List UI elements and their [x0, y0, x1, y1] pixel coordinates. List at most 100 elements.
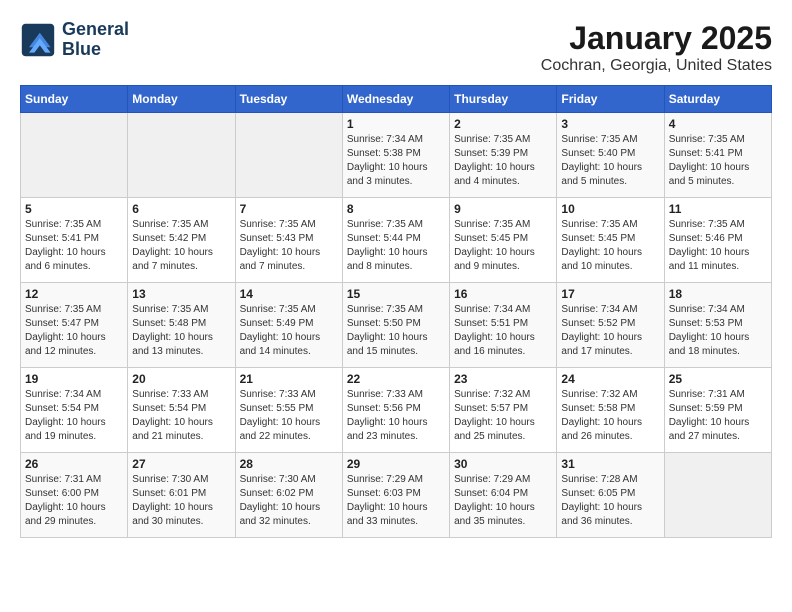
- day-info: Sunrise: 7:35 AM Sunset: 5:48 PM Dayligh…: [132, 303, 230, 359]
- day-number: 19: [25, 372, 123, 386]
- calendar-cell: 8 Sunrise: 7:35 AM Sunset: 5:44 PM Daylig…: [342, 198, 449, 283]
- day-number: 7: [240, 202, 338, 216]
- calendar-cell: 19 Sunrise: 7:34 AM Sunset: 5:54 PM Dayli…: [21, 368, 128, 453]
- day-info: Sunrise: 7:35 AM Sunset: 5:47 PM Dayligh…: [25, 303, 123, 359]
- day-info: Sunrise: 7:35 AM Sunset: 5:44 PM Dayligh…: [347, 218, 445, 274]
- calendar-cell: 6Sunrise: 7:35 AM Sunset: 5:42 PM Daylig…: [128, 198, 235, 283]
- calendar-cell: 22Sunrise: 7:33 AM Sunset: 5:56 PM Dayli…: [342, 368, 449, 453]
- weekday-header: Saturday: [664, 86, 771, 113]
- title-block: January 2025 Cochran, Georgia, United St…: [541, 20, 772, 75]
- calendar-cell: 16Sunrise: 7:34 AM Sunset: 5:51 PM Dayli…: [450, 283, 557, 368]
- day-number: 21: [240, 372, 338, 386]
- calendar-cell: 18 Sunrise: 7:34 AM Sunset: 5:53 PM Dayli…: [664, 283, 771, 368]
- calendar-cell: 10 Sunrise: 7:35 AM Sunset: 5:45 PM Dayli…: [557, 198, 664, 283]
- day-info: Sunrise: 7:30 AM Sunset: 6:01 PM Dayligh…: [132, 473, 230, 529]
- day-info: Sunrise: 7:35 AM Sunset: 5:45 PM Dayligh…: [561, 218, 659, 274]
- calendar-subtitle: Cochran, Georgia, United States: [541, 57, 772, 75]
- day-info: Sunrise: 7:35 AM Sunset: 5:41 PM Dayligh…: [669, 133, 767, 189]
- day-number: 12: [25, 287, 123, 301]
- logo: General Blue: [20, 20, 129, 60]
- day-number: 20: [132, 372, 230, 386]
- calendar-cell: 27 Sunrise: 7:30 AM Sunset: 6:01 PM Dayli…: [128, 453, 235, 538]
- day-info: Sunrise: 7:33 AM Sunset: 5:54 PM Dayligh…: [132, 388, 230, 444]
- day-number: 14: [240, 287, 338, 301]
- calendar-week-row: 5Sunrise: 7:35 AM Sunset: 5:41 PM Daylig…: [21, 198, 772, 283]
- day-number: 15: [347, 287, 445, 301]
- day-number: 4: [669, 117, 767, 131]
- day-info: Sunrise: 7:34 AM Sunset: 5:52 PM Dayligh…: [561, 303, 659, 359]
- calendar-cell: 11 Sunrise: 7:35 AM Sunset: 5:46 PM Dayli…: [664, 198, 771, 283]
- day-info: Sunrise: 7:34 AM Sunset: 5:54 PM Dayligh…: [25, 388, 123, 444]
- day-number: 8: [347, 202, 445, 216]
- calendar-cell: 15 Sunrise: 7:35 AM Sunset: 5:50 PM Dayli…: [342, 283, 449, 368]
- logo-text: General Blue: [62, 20, 129, 60]
- calendar-cell: 5Sunrise: 7:35 AM Sunset: 5:41 PM Daylig…: [21, 198, 128, 283]
- day-number: 28: [240, 457, 338, 471]
- calendar-week-row: 26 Sunrise: 7:31 AM Sunset: 6:00 PM Dayli…: [21, 453, 772, 538]
- day-info: Sunrise: 7:28 AM Sunset: 6:05 PM Dayligh…: [561, 473, 659, 529]
- calendar-cell: 13 Sunrise: 7:35 AM Sunset: 5:48 PM Dayli…: [128, 283, 235, 368]
- day-info: Sunrise: 7:35 AM Sunset: 5:46 PM Dayligh…: [669, 218, 767, 274]
- calendar-table: SundayMondayTuesdayWednesdayThursdayFrid…: [20, 85, 772, 538]
- day-number: 27: [132, 457, 230, 471]
- day-number: 17: [561, 287, 659, 301]
- calendar-cell: 17 Sunrise: 7:34 AM Sunset: 5:52 PM Dayli…: [557, 283, 664, 368]
- calendar-cell: 4 Sunrise: 7:35 AM Sunset: 5:41 PM Daylig…: [664, 113, 771, 198]
- weekday-header: Wednesday: [342, 86, 449, 113]
- page-header: General Blue January 2025 Cochran, Georg…: [20, 20, 772, 75]
- day-number: 13: [132, 287, 230, 301]
- calendar-cell: 21Sunrise: 7:33 AM Sunset: 5:55 PM Dayli…: [235, 368, 342, 453]
- day-number: 22: [347, 372, 445, 386]
- weekday-header: Friday: [557, 86, 664, 113]
- day-number: 5: [25, 202, 123, 216]
- day-number: 11: [669, 202, 767, 216]
- day-number: 23: [454, 372, 552, 386]
- weekday-header: Thursday: [450, 86, 557, 113]
- day-number: 6: [132, 202, 230, 216]
- weekday-header: Tuesday: [235, 86, 342, 113]
- day-number: 9: [454, 202, 552, 216]
- calendar-cell: 23 Sunrise: 7:32 AM Sunset: 5:57 PM Dayli…: [450, 368, 557, 453]
- day-info: Sunrise: 7:35 AM Sunset: 5:43 PM Dayligh…: [240, 218, 338, 274]
- day-info: Sunrise: 7:35 AM Sunset: 5:50 PM Dayligh…: [347, 303, 445, 359]
- day-number: 29: [347, 457, 445, 471]
- calendar-cell: 28Sunrise: 7:30 AM Sunset: 6:02 PM Dayli…: [235, 453, 342, 538]
- day-info: Sunrise: 7:29 AM Sunset: 6:04 PM Dayligh…: [454, 473, 552, 529]
- day-number: 2: [454, 117, 552, 131]
- calendar-cell: 26 Sunrise: 7:31 AM Sunset: 6:00 PM Dayli…: [21, 453, 128, 538]
- calendar-cell: 3 Sunrise: 7:35 AM Sunset: 5:40 PM Daylig…: [557, 113, 664, 198]
- calendar-week-row: 12 Sunrise: 7:35 AM Sunset: 5:47 PM Dayli…: [21, 283, 772, 368]
- day-number: 18: [669, 287, 767, 301]
- day-info: Sunrise: 7:35 AM Sunset: 5:49 PM Dayligh…: [240, 303, 338, 359]
- day-info: Sunrise: 7:32 AM Sunset: 5:58 PM Dayligh…: [561, 388, 659, 444]
- calendar-cell: 7 Sunrise: 7:35 AM Sunset: 5:43 PM Daylig…: [235, 198, 342, 283]
- day-number: 24: [561, 372, 659, 386]
- day-number: 10: [561, 202, 659, 216]
- day-info: Sunrise: 7:34 AM Sunset: 5:38 PM Dayligh…: [347, 133, 445, 189]
- day-info: Sunrise: 7:35 AM Sunset: 5:45 PM Dayligh…: [454, 218, 552, 274]
- calendar-week-row: 1Sunrise: 7:34 AM Sunset: 5:38 PM Daylig…: [21, 113, 772, 198]
- day-number: 25: [669, 372, 767, 386]
- day-info: Sunrise: 7:35 AM Sunset: 5:40 PM Dayligh…: [561, 133, 659, 189]
- day-number: 26: [25, 457, 123, 471]
- calendar-cell: 9 Sunrise: 7:35 AM Sunset: 5:45 PM Daylig…: [450, 198, 557, 283]
- calendar-cell: [235, 113, 342, 198]
- day-number: 3: [561, 117, 659, 131]
- calendar-cell: [664, 453, 771, 538]
- day-info: Sunrise: 7:34 AM Sunset: 5:53 PM Dayligh…: [669, 303, 767, 359]
- day-info: Sunrise: 7:32 AM Sunset: 5:57 PM Dayligh…: [454, 388, 552, 444]
- calendar-cell: 14 Sunrise: 7:35 AM Sunset: 5:49 PM Dayli…: [235, 283, 342, 368]
- day-info: Sunrise: 7:31 AM Sunset: 5:59 PM Dayligh…: [669, 388, 767, 444]
- calendar-title: January 2025: [541, 20, 772, 57]
- day-info: Sunrise: 7:31 AM Sunset: 6:00 PM Dayligh…: [25, 473, 123, 529]
- weekday-header: Sunday: [21, 86, 128, 113]
- logo-icon: [20, 22, 56, 58]
- calendar-cell: 12 Sunrise: 7:35 AM Sunset: 5:47 PM Dayli…: [21, 283, 128, 368]
- calendar-cell: 30Sunrise: 7:29 AM Sunset: 6:04 PM Dayli…: [450, 453, 557, 538]
- calendar-week-row: 19 Sunrise: 7:34 AM Sunset: 5:54 PM Dayli…: [21, 368, 772, 453]
- calendar-cell: 29 Sunrise: 7:29 AM Sunset: 6:03 PM Dayli…: [342, 453, 449, 538]
- calendar-cell: 31Sunrise: 7:28 AM Sunset: 6:05 PM Dayli…: [557, 453, 664, 538]
- day-info: Sunrise: 7:34 AM Sunset: 5:51 PM Dayligh…: [454, 303, 552, 359]
- day-info: Sunrise: 7:29 AM Sunset: 6:03 PM Dayligh…: [347, 473, 445, 529]
- calendar-cell: 24 Sunrise: 7:32 AM Sunset: 5:58 PM Dayli…: [557, 368, 664, 453]
